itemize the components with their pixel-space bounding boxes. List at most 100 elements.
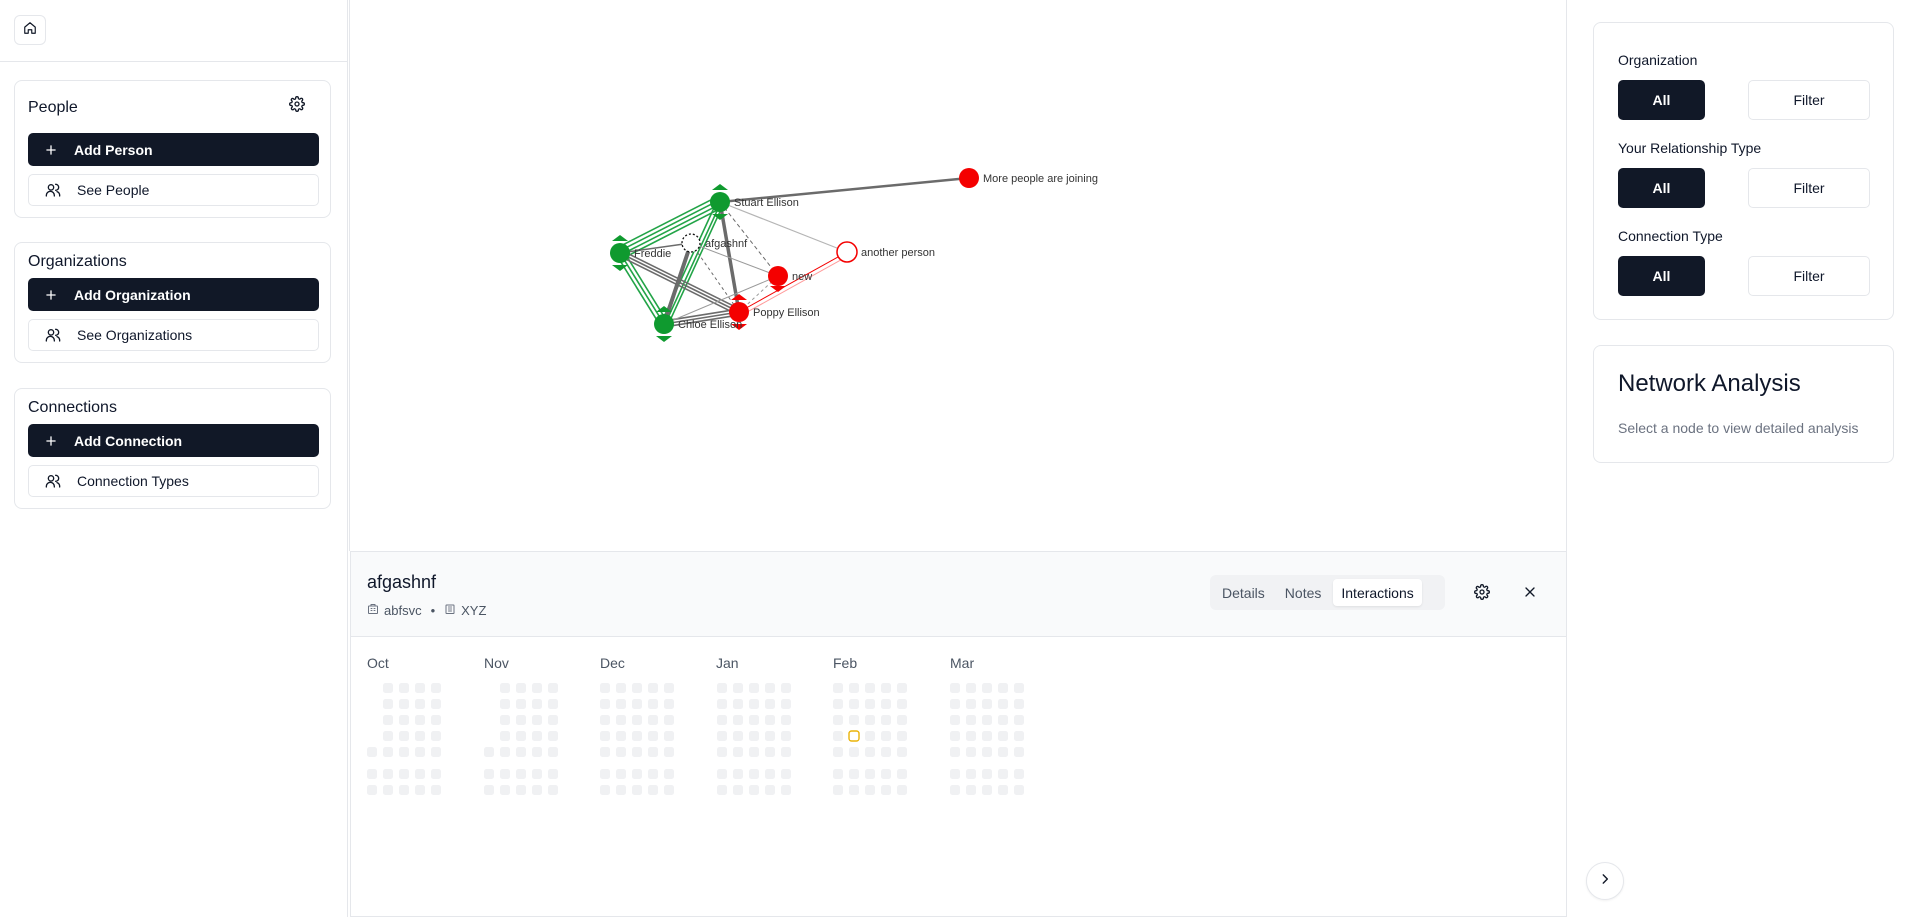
home-button[interactable] [14,15,46,45]
heatmap-cell [532,769,542,779]
heatmap-cell [897,683,907,693]
add-organization-button[interactable]: Add Organization [28,278,319,311]
heatmap-cell [717,699,727,709]
heatmap-cell-highlight [848,730,860,742]
connection-type-all-button[interactable]: All [1618,256,1705,296]
heatmap-cell [881,715,891,725]
heatmap-cell [733,769,743,779]
heatmap-cell [1014,747,1024,757]
heatmap-cell [500,769,510,779]
graph-node[interactable] [710,192,730,212]
heatmap-cell [865,715,875,725]
heatmap-cell [749,785,759,795]
relationship-filter-button[interactable]: Filter [1748,168,1870,208]
expand-panel-button[interactable] [1586,862,1624,900]
heatmap-cell [648,769,658,779]
organization-filter-button[interactable]: Filter [1748,80,1870,120]
person-detail-panel: afgashnf abfsvc • XYZ Details Notes Inte… [350,551,1567,917]
network-graph[interactable]: More people are joining Stuart Ellison afg… [349,0,1567,551]
heatmap-cell [532,715,542,725]
heatmap-cell [881,785,891,795]
see-organizations-button[interactable]: See Organizations [28,319,319,351]
right-sidebar: Organization All Filter Your Relationshi… [1568,0,1913,917]
heatmap-cell [548,785,558,795]
heatmap-cell [717,747,727,757]
heatmap-cell [982,699,992,709]
heatmap-cell [616,699,626,709]
heatmap-cell [532,699,542,709]
see-organizations-label: See Organizations [77,327,193,343]
heatmap-cell [749,731,759,741]
connection-types-button[interactable]: Connection Types [28,465,319,497]
heatmap-cell [897,785,907,795]
add-person-label: Add Person [74,141,153,158]
heatmap-cell [399,747,409,757]
relationship-all-button[interactable]: All [1618,168,1705,208]
graph-node[interactable] [836,241,858,263]
heatmap-cell [733,715,743,725]
heatmap-cell [548,683,558,693]
heatmap-cell [1014,785,1024,795]
graph-node[interactable] [681,233,701,253]
connection-type-filter-button[interactable]: Filter [1748,256,1870,296]
heatmap-cell [399,769,409,779]
heatmap-cell [632,747,642,757]
heatmap-cell [998,747,1008,757]
heatmap-cell [998,785,1008,795]
add-connection-label: Add Connection [74,432,183,449]
add-person-button[interactable]: Add Person [28,133,319,166]
heatmap-cell [367,785,377,795]
heatmap-cell [516,699,526,709]
heatmap-cell [733,785,743,795]
heatmap-cell [548,715,558,725]
people-settings-button[interactable] [288,95,306,117]
heatmap-cell [632,731,642,741]
gear-icon [289,95,305,117]
heatmap-cell [966,715,976,725]
heatmap-cell [765,769,775,779]
graph-node[interactable] [610,243,630,263]
heatmap-cell [484,769,494,779]
heatmap-cell [484,747,494,757]
graph-node[interactable] [959,168,979,188]
graph-node-label: Stuart Ellison [734,197,799,209]
heatmap-cell [431,769,441,779]
heatmap-cell [765,785,775,795]
arrowhead-down [770,286,786,292]
heatmap-cell [849,747,859,757]
organization-all-button[interactable]: All [1618,80,1705,120]
heatmap-cell [532,785,542,795]
plus-icon [44,143,74,157]
heatmap-cell [717,785,727,795]
heatmap-cell [781,769,791,779]
graph-node[interactable] [654,314,674,334]
heatmap-cell [548,747,558,757]
see-people-button[interactable]: See People [28,174,319,206]
heatmap-cell [950,699,960,709]
heatmap-cell [431,683,441,693]
heatmap-cell [664,769,674,779]
heatmap-cell [765,747,775,757]
network-graph-svg[interactable]: More people are joining Stuart Ellison afg… [350,0,1568,551]
add-connection-button[interactable]: Add Connection [28,424,319,457]
heatmap-cell [998,769,1008,779]
heatmap-cell [664,715,674,725]
heatmap-cell [431,731,441,741]
graph-node-label: another person [861,247,935,259]
heatmap-cell [1014,715,1024,725]
arrowhead-up [712,184,728,190]
graph-node[interactable] [768,266,788,286]
heatmap-cell [849,769,859,779]
add-organization-label: Add Organization [74,286,191,303]
heatmap-cell [982,769,992,779]
users-icon [45,182,77,198]
heatmap-cell [781,699,791,709]
users-icon [45,327,77,343]
heatmap-cell [516,785,526,795]
analysis-subtitle: Select a node to view detailed analysis [1618,420,1859,436]
heatmap-cell [1014,769,1024,779]
heatmap-cell [600,769,610,779]
heatmap-cell [500,683,510,693]
heatmap-cell [749,683,759,693]
heatmap-cell [865,731,875,741]
